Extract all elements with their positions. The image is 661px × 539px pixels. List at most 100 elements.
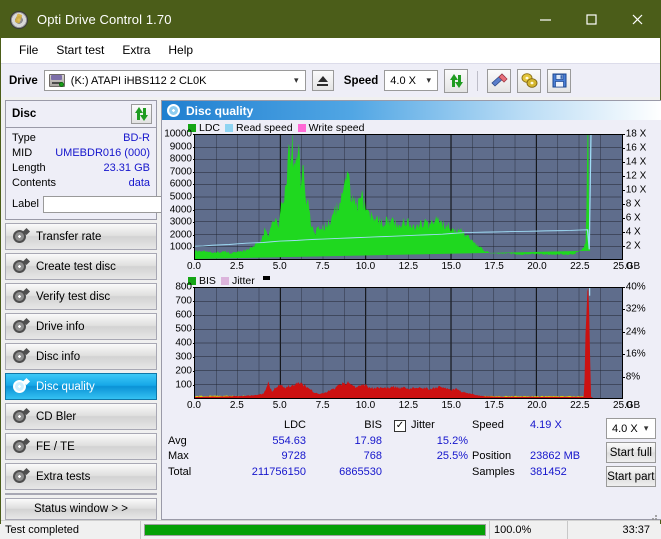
stats-label-avg: Avg	[168, 434, 228, 450]
axis-tick-label: 22.5	[570, 400, 589, 411]
disc-refresh-button[interactable]	[131, 104, 152, 124]
menu-item-help[interactable]: Help	[159, 40, 202, 60]
refresh-icon	[449, 74, 464, 88]
stats-max-ldc: 9728	[228, 449, 306, 465]
disc-fete-icon	[13, 440, 28, 454]
action-buttons: 4.0 X ▾ Start full Start part	[602, 418, 656, 515]
legend-label-bis: BIS	[199, 275, 216, 287]
axis-tick-label: 300	[175, 352, 192, 363]
samples-value: 381452	[530, 465, 602, 481]
legend-swatch-jitter	[221, 277, 229, 285]
axis-tick-label: 5000	[170, 192, 192, 203]
axis-tick	[622, 176, 625, 177]
ldc-legend: LDC Read speed Write speed	[164, 121, 660, 134]
test-speed-value: 4.0 X	[607, 423, 638, 435]
jitter-header: ✓ Jitter	[384, 418, 472, 434]
axis-tick-label: 2.5	[230, 261, 244, 272]
legend-item-ldc: LDC	[188, 122, 220, 134]
axis-tick-label: 3000	[170, 217, 192, 228]
sidebar-item-disc-info[interactable]: Disc info	[5, 343, 157, 370]
axis-tick-label: 9000	[170, 141, 192, 152]
ldc-plot-area	[194, 134, 623, 260]
axis-tick	[622, 232, 625, 233]
bis-x-axis: 0.02.55.07.510.012.515.017.520.022.525.0…	[164, 399, 660, 413]
disc-length-value: 23.31 GB	[104, 161, 150, 176]
stats-col-ldc: LDC	[228, 418, 306, 434]
disc-contents-label: Contents	[12, 176, 56, 191]
axis-tick-label: 6 X	[626, 213, 641, 224]
sidebar-item-drive-info[interactable]: Drive info	[5, 313, 157, 340]
discs-button[interactable]	[517, 69, 541, 93]
menu-item-start-test[interactable]: Start test	[47, 40, 113, 60]
maximize-button[interactable]	[568, 1, 614, 38]
axis-tick-label: 400	[175, 338, 192, 349]
erase-button[interactable]	[487, 69, 511, 93]
sidebar-item-create-test-disc[interactable]: Create test disc	[5, 253, 157, 280]
ldc-x-axis: 0.02.55.07.510.012.515.017.520.022.525.0…	[164, 260, 660, 274]
axis-tick-label: 600	[175, 310, 192, 321]
close-button[interactable]	[614, 1, 660, 38]
stats-panel: LDC BIS Avg 554.63 17.98 Max 9728 768	[162, 413, 661, 519]
disc-create-icon	[13, 260, 28, 274]
axis-tick-label: 1000	[170, 242, 192, 253]
save-button[interactable]	[547, 69, 571, 93]
jitter-column: ✓ Jitter 15.2% 25.5%	[384, 418, 472, 515]
drive-select[interactable]: (K:) ATAPI iHBS112 2 CL0K ▾	[44, 70, 306, 91]
start-part-button[interactable]: Start part	[606, 466, 656, 487]
bis-plot-area	[194, 287, 623, 399]
disc-drive-icon	[13, 320, 28, 334]
axis-tick-label: 32%	[626, 304, 646, 315]
axis-tick-label: 20.0	[527, 261, 546, 272]
axis-tick-label: 0.0	[187, 400, 201, 411]
eject-icon	[318, 76, 328, 82]
sidebar-item-verify-test-disc[interactable]: Verify test disc	[5, 283, 157, 310]
axis-tick-label: 7.5	[316, 261, 330, 272]
disc-info-box: Disc Type BD-R MID UMEBDR016 (000)	[5, 100, 157, 220]
axis-tick-label: 4000	[170, 204, 192, 215]
test-speed-select[interactable]: 4.0 X ▾	[606, 418, 656, 439]
legend-item-jitter: Jitter	[221, 275, 255, 287]
axis-tick	[622, 287, 625, 288]
sidebar-item-label: FE / TE	[36, 441, 75, 453]
disc-speed-icon	[13, 230, 28, 244]
disc-row-length: Length 23.31 GB	[12, 161, 150, 176]
axis-tick-label: 17.5	[484, 261, 503, 272]
disc-row-contents: Contents data	[12, 176, 150, 191]
bis-y-axis-right: 8%16%24%32%40%	[623, 287, 660, 399]
axis-tick	[622, 134, 625, 135]
legend-swatch-read-speed	[225, 124, 233, 132]
legend-label-write-speed: Write speed	[309, 122, 365, 134]
disc-type-value: BD-R	[123, 131, 150, 146]
stats-table: LDC BIS Avg 554.63 17.98 Max 9728 768	[168, 418, 384, 515]
sidebar-item-disc-quality[interactable]: Disc quality	[5, 373, 157, 400]
start-full-button[interactable]: Start full	[606, 442, 656, 463]
axis-tick-label: 15.0	[441, 261, 460, 272]
refresh-button[interactable]	[444, 69, 468, 93]
disc-label-label: Label	[12, 198, 39, 210]
disc-bler-icon	[13, 410, 28, 424]
resize-grip[interactable]	[648, 511, 658, 521]
speed-row: Speed 4.19 X	[472, 418, 602, 434]
sidebar-item-cd-bler[interactable]: CD Bler	[5, 403, 157, 430]
axis-tick	[622, 190, 625, 191]
axis-tick-label: 6000	[170, 179, 192, 190]
disc-mid-label: MID	[12, 146, 32, 161]
stats-label-total: Total	[168, 465, 228, 481]
disc-verify-icon	[13, 290, 28, 304]
speed-select[interactable]: 4.0 X ▾	[384, 70, 438, 91]
minimize-button[interactable]	[522, 1, 568, 38]
axis-tick-label: 22.5	[570, 261, 589, 272]
disc-quality-icon	[13, 380, 28, 394]
sidebar-item-extra-tests[interactable]: Extra tests	[5, 463, 157, 490]
sidebar-item-fe-te[interactable]: FE / TE	[5, 433, 157, 460]
sidebar-item-transfer-rate[interactable]: Transfer rate	[5, 223, 157, 250]
axis-tick-label: 12.5	[399, 261, 418, 272]
gold-discs-icon	[521, 73, 538, 88]
axis-tick	[622, 309, 625, 310]
status-window-button[interactable]: Status window > >	[5, 498, 157, 520]
jitter-checkbox[interactable]: ✓	[394, 420, 406, 432]
menu-item-extra[interactable]: Extra	[113, 40, 159, 60]
menu-item-file[interactable]: File	[10, 40, 47, 60]
eject-button[interactable]	[312, 70, 334, 91]
axis-tick-label: 500	[175, 324, 192, 335]
